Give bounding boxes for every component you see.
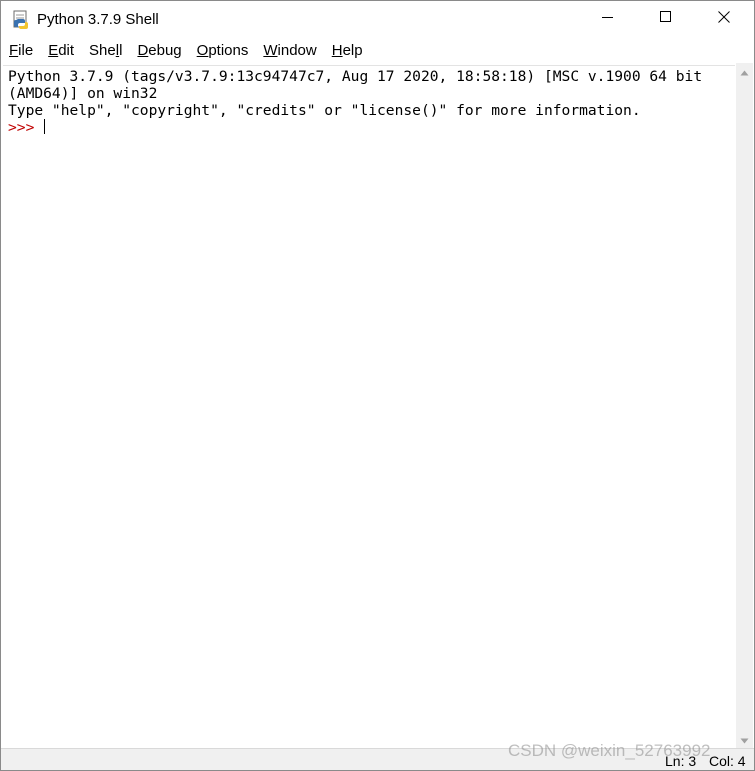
menu-window-label: indow	[277, 42, 317, 59]
menu-bar: File Edit Shell Debug Options Window Hel…	[1, 39, 754, 63]
menu-help-label: elp	[342, 42, 363, 59]
menu-edit-label: dit	[58, 42, 75, 59]
status-line-number: Ln: 3	[665, 753, 697, 769]
scroll-down-arrow-icon	[740, 731, 749, 749]
window-title: Python 3.7.9 Shell	[37, 11, 159, 28]
menu-debug[interactable]: Debug	[129, 39, 188, 63]
idle-shell-window: Python 3.7.9 Shell File Edit Shell Debug…	[0, 0, 755, 771]
maximize-icon	[660, 10, 672, 28]
menu-options-label: ptions	[208, 42, 249, 59]
menu-window[interactable]: Window	[255, 39, 323, 63]
shell-text-area[interactable]: Python 3.7.9 (tags/v3.7.9:13c94747c7, Au…	[3, 65, 735, 748]
menu-file-label: ile	[18, 42, 34, 59]
menu-debug-mnemonic: D	[137, 42, 149, 59]
menu-shell-label-start: She	[89, 42, 116, 59]
scrollbar-track[interactable]	[736, 80, 753, 731]
scroll-up-button[interactable]	[736, 63, 753, 80]
menu-help-mnemonic: H	[331, 42, 343, 59]
menu-file-mnemonic: F	[9, 42, 19, 59]
vertical-scrollbar[interactable]	[736, 63, 753, 748]
shell-banner-line-2: (AMD64)] on win32	[8, 85, 158, 102]
status-column-number: Col: 4	[709, 753, 746, 769]
title-bar[interactable]: Python 3.7.9 Shell	[1, 1, 754, 39]
menu-help[interactable]: Help	[324, 39, 370, 63]
minimize-button[interactable]	[585, 1, 631, 37]
minimize-icon	[602, 10, 614, 28]
close-button[interactable]	[701, 1, 747, 37]
menu-window-mnemonic: W	[263, 42, 278, 59]
menu-debug-label: ebug	[148, 42, 182, 59]
maximize-button[interactable]	[643, 1, 689, 37]
menu-shell[interactable]: Shell	[81, 39, 129, 63]
menu-edit-mnemonic: E	[48, 42, 59, 59]
close-icon	[718, 10, 730, 28]
scroll-down-button[interactable]	[736, 731, 753, 748]
menu-options[interactable]: Options	[189, 39, 256, 63]
menu-edit[interactable]: Edit	[40, 39, 81, 63]
scroll-up-arrow-icon	[740, 63, 749, 81]
shell-banner-line-3: Type "help", "copyright", "credits" or "…	[8, 102, 641, 119]
status-bar: Ln: 3 Col: 4	[1, 748, 754, 770]
python-idle-icon	[11, 10, 31, 30]
shell-banner-line-1: Python 3.7.9 (tags/v3.7.9:13c94747c7, Au…	[8, 68, 703, 85]
menu-shell-label-end: l	[119, 42, 123, 59]
menu-file[interactable]: File	[1, 39, 40, 63]
shell-output: Python 3.7.9 (tags/v3.7.9:13c94747c7, Au…	[8, 68, 702, 136]
shell-prompt: >>>	[8, 119, 44, 136]
menu-options-mnemonic: O	[196, 42, 209, 59]
text-cursor	[44, 119, 46, 134]
